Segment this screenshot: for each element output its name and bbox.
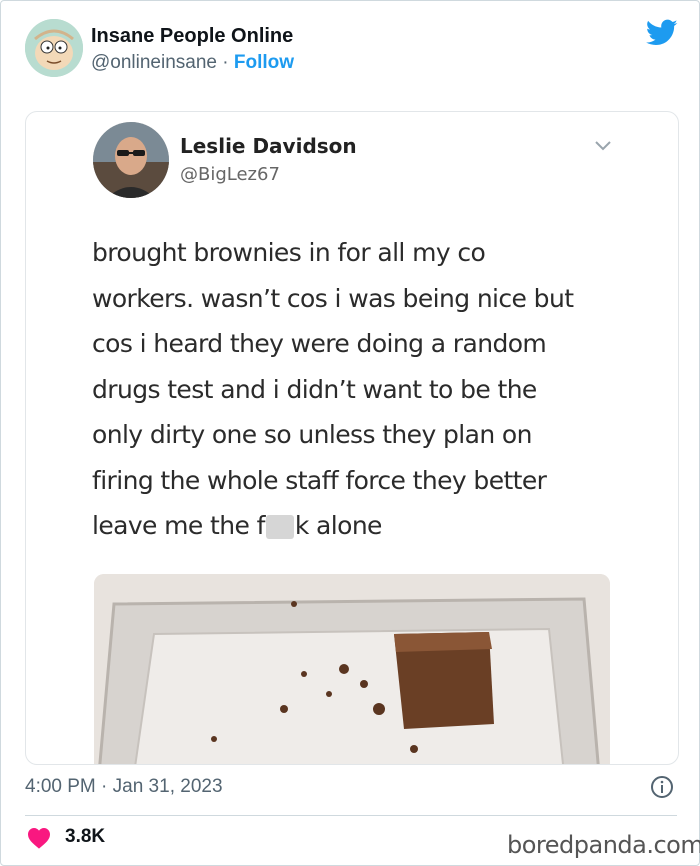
brownie-photo bbox=[94, 574, 610, 764]
embedded-tweet-image[interactable]: Leslie Davidson @BigLez67 brought browni… bbox=[25, 111, 679, 765]
tweet-card: Insane People Online @onlineinsane · Fol… bbox=[0, 0, 700, 866]
tweet-line-last: leave me the f k alone bbox=[92, 503, 632, 549]
author-handle-row: @onlineinsane · Follow bbox=[91, 52, 294, 74]
tweet-line-last-start: leave me the f bbox=[92, 511, 265, 540]
follow-button[interactable]: Follow bbox=[234, 52, 294, 73]
like-count[interactable]: 3.8K bbox=[65, 826, 105, 848]
embedded-tweet-text: brought brownies in for all my co worker… bbox=[92, 230, 632, 549]
tweet-line: cos i heard they were doing a random bbox=[92, 329, 547, 358]
chevron-down-icon bbox=[595, 141, 611, 151]
watermark: boredpanda.com bbox=[507, 831, 700, 859]
tweet-line: drugs test and i didn’t want to be the bbox=[92, 374, 537, 404]
censor-blur bbox=[265, 515, 294, 539]
handle-separator: · bbox=[222, 52, 229, 73]
info-icon[interactable] bbox=[650, 775, 674, 799]
author-name[interactable]: Insane People Online bbox=[91, 25, 293, 48]
twitter-bird-icon[interactable] bbox=[646, 19, 678, 47]
tweet-line: firing the whole staff force they better bbox=[92, 465, 547, 495]
embedded-author-handle: @BigLez67 bbox=[180, 164, 280, 185]
tweet-line-last-end: k alone bbox=[294, 511, 383, 540]
heart-icon[interactable] bbox=[27, 827, 51, 849]
tweet-line: only dirty one so unless they plan on bbox=[92, 420, 532, 449]
tweet-line: brought brownies in for all my co bbox=[92, 238, 486, 267]
embedded-author-avatar bbox=[93, 122, 169, 198]
author-avatar[interactable] bbox=[25, 19, 83, 77]
divider bbox=[25, 815, 677, 816]
tweet-timestamp[interactable]: 4:00 PM · Jan 31, 2023 bbox=[25, 776, 223, 798]
embedded-author-name: Leslie Davidson bbox=[180, 134, 357, 158]
author-handle[interactable]: @onlineinsane bbox=[91, 52, 217, 73]
tweet-line: workers. wasn’t cos i was being nice but bbox=[92, 283, 574, 313]
